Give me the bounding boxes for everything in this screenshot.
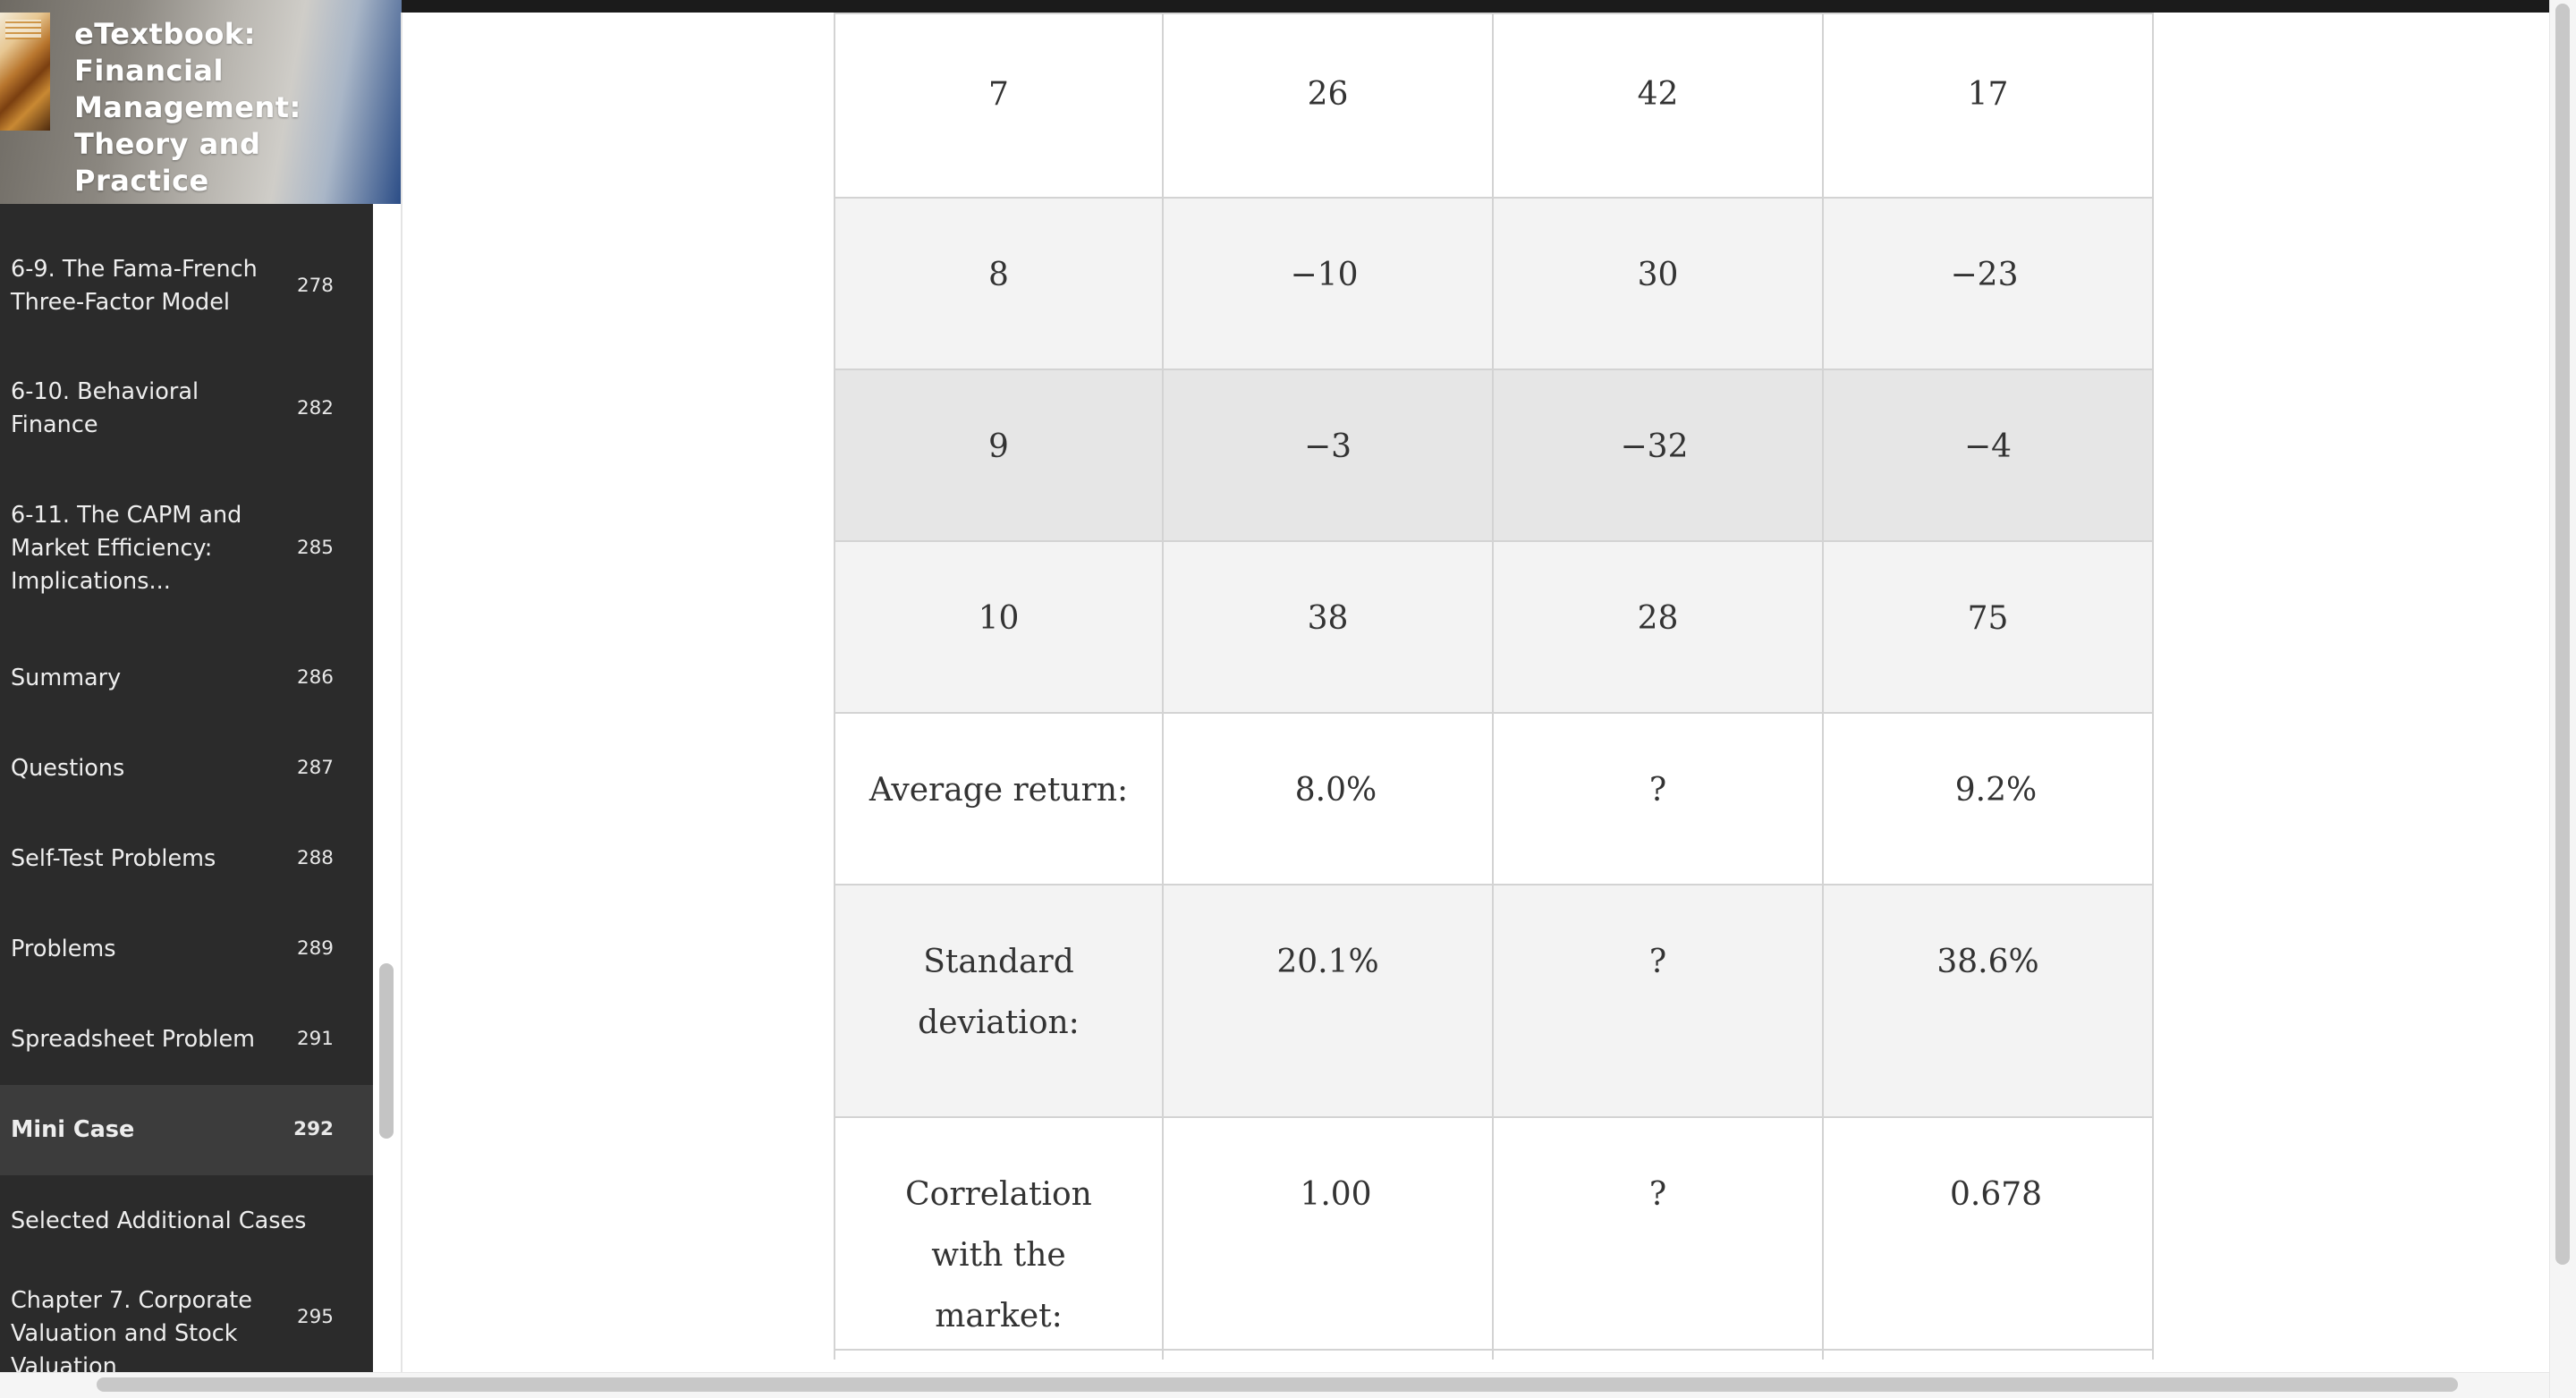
table-cell: 20.1% bbox=[1164, 885, 1494, 1116]
table-cell: 1.00 bbox=[1164, 1118, 1494, 1349]
book-title-line: Theory and bbox=[74, 127, 261, 161]
table-row: Standard deviation: 20.1% ? 38.6% bbox=[834, 884, 2154, 1116]
table-row: 8 −10 30 −23 bbox=[834, 197, 2154, 369]
table-cell: 26 bbox=[1164, 14, 1494, 197]
toc-item-page: 295 bbox=[296, 1306, 334, 1328]
book-title-line: eTextbook: bbox=[74, 17, 256, 51]
table-cell: −10 bbox=[1164, 199, 1494, 369]
toc-item-spreadsheet-problem[interactable]: Spreadsheet Problem 291 bbox=[0, 1012, 373, 1066]
toc-item-label: 6-9. The Fama-French Three-Factor Model bbox=[11, 253, 279, 319]
table-row: Correlation with the market: 1.00 ? 0.67… bbox=[834, 1116, 2154, 1349]
table-cell: Average return: bbox=[834, 714, 1164, 884]
toc-item-questions[interactable]: Questions 287 bbox=[0, 741, 373, 795]
toc-item-page: 288 bbox=[296, 847, 334, 869]
toc-label-line: Finance bbox=[11, 411, 98, 438]
table-cell: ? bbox=[1494, 714, 1824, 884]
table-cell: −23 bbox=[1824, 199, 2154, 369]
book-header[interactable]: eTextbook: Financial Management: Theory … bbox=[0, 0, 402, 204]
table-cell: 75 bbox=[1824, 542, 2154, 712]
toc-item-page: 289 bbox=[296, 937, 334, 960]
toc-item-label: Summary bbox=[11, 665, 122, 691]
toc-item-behavioral-finance[interactable]: 6-10. Behavioral Finance 282 bbox=[0, 376, 373, 447]
table-row bbox=[834, 1349, 2154, 1360]
table-cell: 10 bbox=[834, 542, 1164, 712]
table-cell: 38 bbox=[1164, 542, 1494, 712]
toc-item-page: 282 bbox=[296, 397, 334, 419]
table-row: 10 38 28 75 bbox=[834, 540, 2154, 712]
book-cover-thumbnail bbox=[0, 13, 50, 131]
toc-item-label: Self-Test Problems bbox=[11, 845, 216, 872]
toc-item-page: 285 bbox=[296, 537, 334, 559]
toc-label-line: Market Efficiency: bbox=[11, 535, 213, 562]
toc-label-line: Valuation and Stock bbox=[11, 1320, 238, 1347]
table-cell: 0.678 bbox=[1824, 1118, 2154, 1349]
toc-item-page: 287 bbox=[296, 757, 334, 779]
table-cell: 38.6% bbox=[1824, 885, 2154, 1116]
table-row: Average return: 8.0% ? 9.2% bbox=[834, 712, 2154, 884]
toc-item-page: 286 bbox=[296, 666, 334, 689]
toc-item-label: 6-10. Behavioral Finance bbox=[11, 376, 279, 442]
toc-item-label: Questions bbox=[11, 755, 125, 782]
toc-item-summary[interactable]: Summary 286 bbox=[0, 651, 373, 705]
toc-item-page: 278 bbox=[296, 275, 334, 297]
toc-label-line: Chapter 7. Corporate bbox=[11, 1287, 252, 1314]
toc-item-selected-additional-cases[interactable]: Selected Additional Cases bbox=[0, 1194, 373, 1248]
table-cell: 8 bbox=[834, 199, 1164, 369]
toc-item-problems[interactable]: Problems 289 bbox=[0, 922, 373, 976]
toc-item-label: Spreadsheet Problem bbox=[11, 1026, 255, 1053]
table-cell bbox=[1494, 1351, 1824, 1360]
table-cell: −32 bbox=[1494, 370, 1824, 540]
table-cell: 28 bbox=[1494, 542, 1824, 712]
toc-scrollbar-thumb[interactable] bbox=[379, 963, 394, 1139]
toc-item-label: Chapter 7. Corporate Valuation and Stock… bbox=[11, 1284, 279, 1372]
table-cell: −3 bbox=[1164, 370, 1494, 540]
table-cell bbox=[834, 1351, 1164, 1360]
toc-label-line: 6-11. The CAPM and bbox=[11, 502, 242, 529]
toc-item-page: 292 bbox=[293, 1118, 334, 1140]
toc-label-line: Valuation bbox=[11, 1353, 117, 1372]
toc-item-label: Selected Additional Cases bbox=[11, 1207, 307, 1234]
toc-label-line: Three-Factor Model bbox=[11, 289, 230, 316]
book-title: eTextbook: Financial Management: Theory … bbox=[74, 16, 396, 199]
toc-item-mini-case[interactable]: Mini Case 292 bbox=[0, 1085, 373, 1175]
table-cell: 9.2% bbox=[1824, 714, 2154, 884]
toc-item-page: 291 bbox=[296, 1028, 334, 1050]
vertical-scrollbar-thumb[interactable] bbox=[2555, 4, 2570, 1265]
toc-scrollbar-track[interactable] bbox=[373, 204, 402, 1372]
table-cell: 8.0% bbox=[1164, 714, 1494, 884]
table-cell: −4 bbox=[1824, 370, 2154, 540]
table-cell bbox=[1824, 1351, 2154, 1360]
table-cell: 7 bbox=[834, 14, 1164, 197]
book-title-line: Practice bbox=[74, 164, 209, 198]
toc-label-line: 6-9. The Fama-French bbox=[11, 256, 258, 283]
table-cell: Correlation with the market: bbox=[834, 1118, 1164, 1349]
toc-item-capm-market-efficiency[interactable]: 6-11. The CAPM and Market Efficiency: Im… bbox=[0, 499, 373, 603]
toc-item-self-test-problems[interactable]: Self-Test Problems 288 bbox=[0, 832, 373, 885]
toc-item-chapter-7[interactable]: Chapter 7. Corporate Valuation and Stock… bbox=[0, 1284, 373, 1372]
table-row: 9 −3 −32 −4 bbox=[834, 369, 2154, 540]
table-cell: Standard deviation: bbox=[834, 885, 1164, 1116]
table-row: 7 26 42 17 bbox=[834, 13, 2154, 197]
table-cell: 9 bbox=[834, 370, 1164, 540]
table-cell: ? bbox=[1494, 885, 1824, 1116]
table-cell: 17 bbox=[1824, 14, 2154, 197]
toc-label-line: 6-10. Behavioral bbox=[11, 378, 199, 405]
toc-item-label: Mini Case bbox=[11, 1116, 135, 1143]
table-cell bbox=[1164, 1351, 1494, 1360]
book-title-line: Financial bbox=[74, 54, 224, 88]
table-cell: 42 bbox=[1494, 14, 1824, 197]
toc-label-line: Implications... bbox=[11, 568, 171, 595]
table-of-contents: 6-9. The Fama-French Three-Factor Model … bbox=[0, 204, 373, 1372]
toc-item-label: Problems bbox=[11, 936, 116, 962]
table-cell: ? bbox=[1494, 1118, 1824, 1349]
book-title-line: Management: bbox=[74, 90, 301, 124]
toc-item-label: 6-11. The CAPM and Market Efficiency: Im… bbox=[11, 499, 279, 598]
horizontal-scrollbar-thumb[interactable] bbox=[97, 1377, 2458, 1392]
toc-item-fama-french[interactable]: 6-9. The Fama-French Three-Factor Model … bbox=[0, 253, 373, 325]
table-cell: 30 bbox=[1494, 199, 1824, 369]
